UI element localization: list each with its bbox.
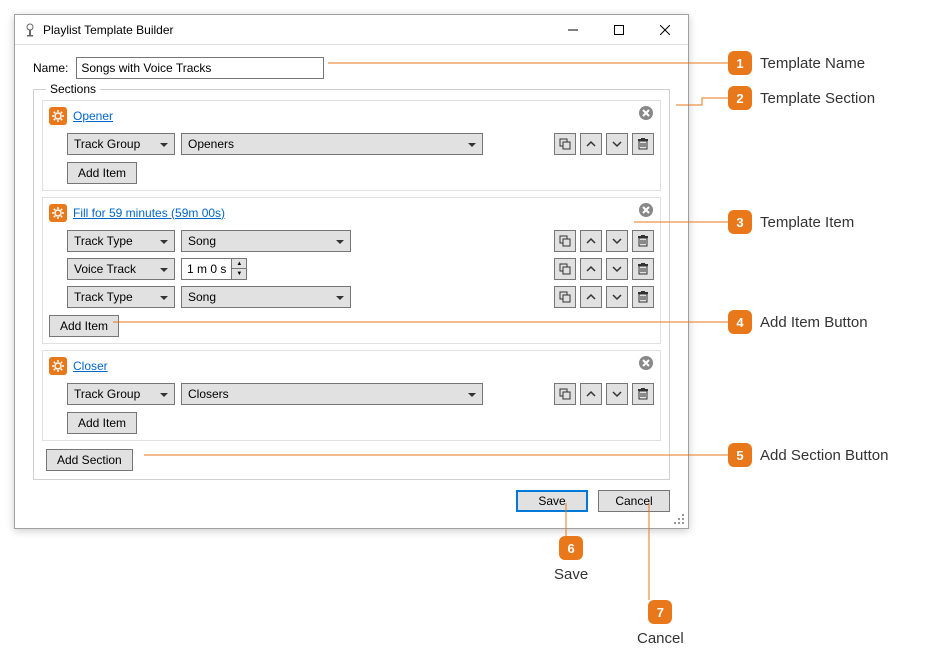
delete-icon[interactable]: [632, 383, 654, 405]
duration-spinner[interactable]: 1 m 0 s▲▼: [181, 258, 247, 280]
copy-icon[interactable]: [554, 133, 576, 155]
item-value-select[interactable]: Closers: [181, 383, 483, 405]
maximize-button[interactable]: [596, 15, 642, 45]
callout-badge: 1: [728, 51, 752, 75]
item-row: Track Type Song: [43, 227, 660, 255]
app-icon: [23, 23, 37, 37]
remove-section-icon[interactable]: [638, 355, 654, 376]
move-up-icon[interactable]: [580, 383, 602, 405]
callout-label: Cancel: [637, 630, 684, 647]
item-type-select[interactable]: Track Group: [67, 133, 175, 155]
minimize-button[interactable]: [550, 15, 596, 45]
add-item-button[interactable]: Add Item: [67, 162, 137, 184]
gear-icon: [49, 357, 67, 375]
callout: 7 Cancel: [637, 600, 684, 647]
callout: 6 Save: [554, 536, 588, 583]
section-title-link[interactable]: Closer: [73, 359, 638, 373]
name-label: Name:: [33, 61, 68, 75]
gear-icon: [49, 204, 67, 222]
move-up-icon[interactable]: [580, 258, 602, 280]
callout-label: Save: [554, 566, 588, 583]
section-title-link[interactable]: Opener: [73, 109, 638, 123]
item-row: Track Type Song: [43, 283, 660, 311]
item-value-select[interactable]: Song: [181, 230, 351, 252]
item-value-select[interactable]: Song: [181, 286, 351, 308]
delete-icon[interactable]: [632, 258, 654, 280]
add-item-button[interactable]: Add Item: [67, 412, 137, 434]
add-item-button[interactable]: Add Item: [49, 315, 119, 337]
delete-icon[interactable]: [632, 133, 654, 155]
delete-icon[interactable]: [632, 230, 654, 252]
name-input[interactable]: [76, 57, 324, 79]
item-row: Track Group Closers: [43, 380, 660, 408]
copy-icon[interactable]: [554, 230, 576, 252]
gear-icon: [49, 107, 67, 125]
delete-icon[interactable]: [632, 286, 654, 308]
move-down-icon[interactable]: [606, 383, 628, 405]
callout-label: Add Section Button: [760, 447, 888, 464]
callout-badge: 2: [728, 86, 752, 110]
callout-badge: 4: [728, 310, 752, 334]
item-type-select[interactable]: Voice Track: [67, 258, 175, 280]
move-up-icon[interactable]: [580, 133, 602, 155]
callout: 5 Add Section Button: [728, 443, 888, 467]
close-button[interactable]: [642, 15, 688, 45]
copy-icon[interactable]: [554, 286, 576, 308]
copy-icon[interactable]: [554, 383, 576, 405]
callout-label: Template Item: [760, 214, 854, 231]
move-up-icon[interactable]: [580, 230, 602, 252]
callout-label: Template Section: [760, 90, 875, 107]
cancel-button[interactable]: Cancel: [598, 490, 670, 512]
callout-badge: 7: [648, 600, 672, 624]
dialog-window: Playlist Template Builder Name: Sections…: [14, 14, 689, 529]
section: Closer Track Group Closers Add Ite: [42, 350, 661, 441]
callout-badge: 3: [728, 210, 752, 234]
spinner-up-icon[interactable]: ▲: [232, 259, 246, 269]
item-type-select[interactable]: Track Group: [67, 383, 175, 405]
callout: 1 Template Name: [728, 51, 865, 75]
sections-fieldset: Sections Opener Track Group Openers: [33, 89, 670, 480]
move-down-icon[interactable]: [606, 133, 628, 155]
resize-grip[interactable]: [674, 514, 686, 526]
move-up-icon[interactable]: [580, 286, 602, 308]
copy-icon[interactable]: [554, 258, 576, 280]
callout: 2 Template Section: [728, 86, 875, 110]
callout-badge: 6: [559, 536, 583, 560]
save-button[interactable]: Save: [516, 490, 588, 512]
callout: 3 Template Item: [728, 210, 854, 234]
name-row: Name:: [33, 57, 670, 79]
section: Fill for 59 minutes (59m 00s) Track Type…: [42, 197, 661, 344]
move-down-icon[interactable]: [606, 258, 628, 280]
remove-section-icon[interactable]: [638, 105, 654, 126]
move-down-icon[interactable]: [606, 286, 628, 308]
move-down-icon[interactable]: [606, 230, 628, 252]
item-row: Voice Track 1 m 0 s▲▼: [43, 255, 660, 283]
section-title-link[interactable]: Fill for 59 minutes (59m 00s): [73, 206, 638, 220]
item-value-select[interactable]: Openers: [181, 133, 483, 155]
window-title: Playlist Template Builder: [43, 23, 550, 37]
sections-legend: Sections: [46, 82, 100, 96]
item-type-select[interactable]: Track Type: [67, 286, 175, 308]
item-type-select[interactable]: Track Type: [67, 230, 175, 252]
add-section-button[interactable]: Add Section: [46, 449, 133, 471]
callout: 4 Add Item Button: [728, 310, 868, 334]
spinner-down-icon[interactable]: ▼: [232, 269, 246, 279]
callout-label: Template Name: [760, 55, 865, 72]
remove-section-icon[interactable]: [638, 202, 654, 223]
dialog-content: Name: Sections Opener Track Group Opener…: [15, 45, 688, 528]
section: Opener Track Group Openers Add Ite: [42, 100, 661, 191]
callout-label: Add Item Button: [760, 314, 868, 331]
callout-badge: 5: [728, 443, 752, 467]
item-row: Track Group Openers: [43, 130, 660, 158]
titlebar: Playlist Template Builder: [15, 15, 688, 45]
